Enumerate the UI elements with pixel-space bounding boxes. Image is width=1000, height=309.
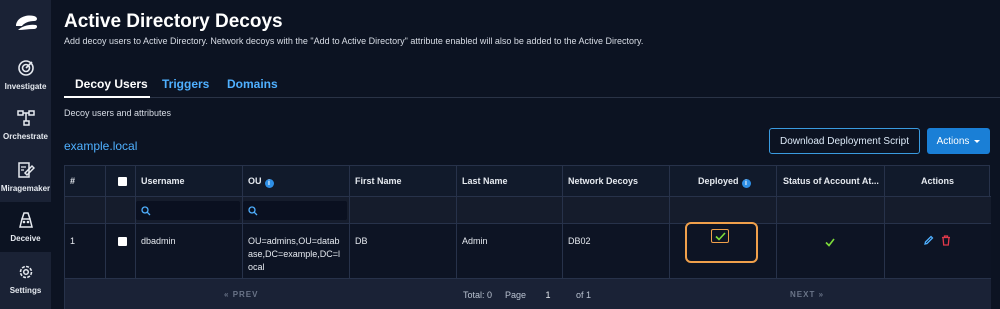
tab-domains[interactable]: Domains [227,77,278,91]
sidebar-item-deceive[interactable]: Deceive [0,202,51,252]
deployed-check-icon[interactable] [711,229,729,243]
col-header-ou[interactable]: OU i [248,176,274,188]
actions-dropdown-button[interactable]: Actions [927,128,990,154]
cell-last-name: Admin [462,236,488,246]
search-icon [141,205,151,215]
orchestrate-icon [16,108,36,128]
status-check-icon [825,234,835,252]
pagination-bar: « PREV Total: 0 Page of 1 NEXT » [65,279,991,309]
cell-username: dbadmin [141,236,176,246]
page-count: of 1 [576,290,592,300]
sidebar-item-label: Investigate [4,82,47,91]
table-header-row: # Username OU i First Name Last Name Netw… [65,166,991,197]
next-page-button[interactable]: NEXT » [790,290,824,299]
search-icon [248,205,258,215]
col-header-first-name[interactable]: First Name [355,176,402,186]
ou-filter-input[interactable] [243,201,347,220]
table-row[interactable]: 1 dbadmin OU=admins,OU=datab ase,DC=exam… [65,224,991,279]
ou-line: OU=admins,OU=datab [248,236,340,246]
sidebar-item-label: Settings [9,286,42,295]
ou-header-label: OU [248,176,262,186]
tab-triggers[interactable]: Triggers [162,77,209,91]
username-filter-field[interactable] [155,205,235,216]
company-logo[interactable] [0,0,51,46]
actions-button-label: Actions [936,135,970,147]
info-icon[interactable]: i [264,179,274,188]
deceive-icon [16,210,36,230]
sidebar-item-investigate[interactable]: Investigate [0,58,51,98]
page-description: Add decoy users to Active Directory. Net… [64,36,644,46]
miragemaker-icon [16,160,36,180]
deployed-header-label: Deployed [698,176,739,186]
section-label: Decoy users and attributes [64,108,172,118]
col-header-network-decoys[interactable]: Network Decoys [568,176,638,186]
prev-label: PREV [232,290,259,299]
page-title: Active Directory Decoys [64,11,283,32]
col-header-number: # [70,176,76,186]
ou-filter-field[interactable] [262,205,342,216]
total-count: Total: 0 [463,290,493,300]
page-number-input[interactable] [534,286,562,303]
caret-down-icon [974,139,981,143]
col-header-status[interactable]: Status of Account At... [783,176,879,186]
cell-number: 1 [70,236,76,246]
delete-icon[interactable] [941,233,951,251]
tab-bar: Decoy Users Triggers Domains [64,70,1000,98]
cell-network-decoys: DB02 [568,236,591,246]
page-label: Page [505,290,527,300]
sidebar-item-orchestrate[interactable]: Orchestrate [0,108,51,148]
sidebar-item-label: Deceive [10,234,41,243]
edit-icon[interactable] [923,233,934,251]
target-icon [16,58,36,78]
ou-line: ase,DC=example,DC=l [248,249,341,259]
gear-icon [16,262,36,282]
info-icon[interactable]: i [741,179,751,188]
download-deployment-script-button[interactable]: Download Deployment Script [769,128,920,154]
cell-first-name: DB [355,236,368,246]
logo-icon [15,15,37,30]
prev-page-button[interactable]: « PREV [224,290,258,299]
active-tab-indicator [64,96,150,98]
table-filter-row [65,197,991,224]
col-header-last-name[interactable]: Last Name [462,176,508,186]
domain-link[interactable]: example.local [64,139,137,153]
main-content: Active Directory Decoys Add decoy users … [51,0,1000,309]
row-select-checkbox[interactable] [118,237,127,246]
select-all-checkbox[interactable] [118,177,127,186]
double-chevron-left-icon: « [224,290,230,299]
sidebar-item-settings[interactable]: Settings [0,262,51,302]
decoy-users-table: # Username OU i First Name Last Name Netw… [64,165,991,309]
double-chevron-right-icon: » [818,290,825,299]
col-header-deployed[interactable]: Deployed i [698,176,751,188]
cell-ou: OU=admins,OU=datab ase,DC=example,DC=l o… [248,235,340,274]
col-header-actions: Actions [921,176,955,186]
next-label: NEXT [790,290,816,299]
sidebar-item-label: Miragemaker [0,184,51,193]
sidebar-item-miragemaker[interactable]: Miragemaker [0,160,51,200]
ou-line: ocal [248,262,265,272]
username-filter-input[interactable] [136,201,240,220]
col-header-username[interactable]: Username [141,176,185,186]
sidebar-item-label: Orchestrate [3,132,48,141]
tab-decoy-users[interactable]: Decoy Users [75,77,148,91]
sidebar: Investigate Orchestrate Miragemaker Dece… [0,0,51,309]
